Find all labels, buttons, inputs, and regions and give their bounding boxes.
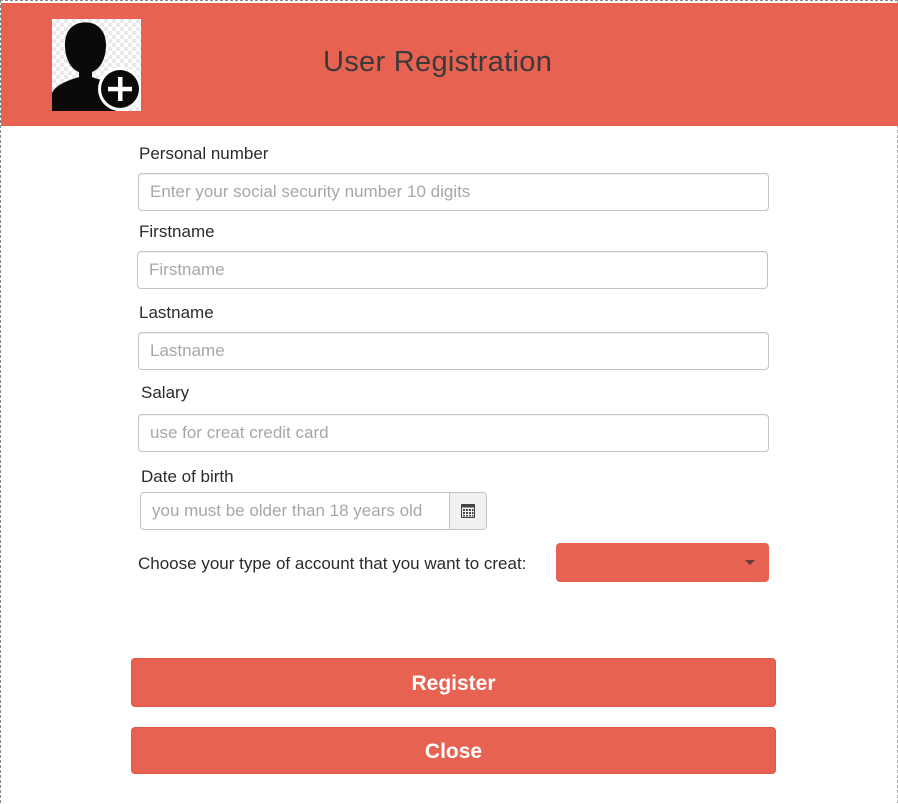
date-of-birth-label: Date of birth xyxy=(141,467,234,486)
calendar-button[interactable] xyxy=(449,493,486,529)
personal-number-label: Personal number xyxy=(139,144,269,163)
close-button[interactable]: Close xyxy=(131,727,776,774)
account-type-label: Choose your type of account that you wan… xyxy=(138,554,527,573)
user-add-icon xyxy=(52,19,141,111)
firstname-label: Firstname xyxy=(139,222,215,241)
header-bar: User Registration xyxy=(1,3,898,126)
register-button[interactable]: Register xyxy=(131,658,776,707)
page-title: User Registration xyxy=(323,46,553,78)
date-of-birth-input[interactable] xyxy=(141,493,450,529)
salary-input[interactable] xyxy=(138,414,769,452)
date-of-birth-field xyxy=(140,492,487,530)
salary-label: Salary xyxy=(141,383,190,402)
chevron-down-icon xyxy=(745,560,755,565)
personal-number-input[interactable] xyxy=(138,173,769,211)
lastname-label: Lastname xyxy=(139,303,214,322)
account-type-select[interactable] xyxy=(556,543,769,582)
firstname-input[interactable] xyxy=(137,251,768,289)
calendar-icon xyxy=(461,504,475,518)
lastname-input[interactable] xyxy=(138,332,769,370)
